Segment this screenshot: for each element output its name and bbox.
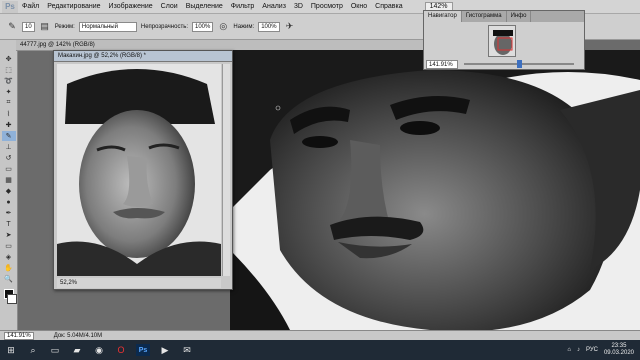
explorer-folder-icon[interactable]: ▰ xyxy=(68,342,86,358)
navigator-thumbnail-image xyxy=(489,26,515,56)
pen-tool-icon[interactable]: ✒ xyxy=(2,208,16,218)
navigator-zoom-knob[interactable] xyxy=(517,60,522,68)
eraser-tool-icon[interactable]: ▭ xyxy=(2,164,16,174)
status-doc-info[interactable]: Док: 5.04M/4.10M xyxy=(54,333,102,339)
magic-wand-tool-icon[interactable]: ✦ xyxy=(2,87,16,97)
brush-tool-icon[interactable]: ✎ xyxy=(6,21,18,33)
menu-select[interactable]: Выделение xyxy=(182,3,227,10)
crop-tool-icon[interactable]: ⌗ xyxy=(2,98,16,108)
opera-icon[interactable]: O xyxy=(112,342,130,358)
type-tool-icon[interactable]: T xyxy=(2,219,16,229)
painted-portrait-image xyxy=(230,50,640,330)
reference-portrait-image xyxy=(57,64,221,276)
main-canvas[interactable] xyxy=(230,50,640,330)
search-icon[interactable]: ⌕ xyxy=(24,342,42,358)
tools-panel: ✥ ⬚ ➰ ✦ ⌗ ⌇ ✚ ✎ ⊥ ↺ ▭ ▦ ◆ ● ✒ T ➤ ▭ ◈ ✋ … xyxy=(0,40,18,330)
reference-image-window[interactable]: Макахин.jpg @ 52,2% (RGB/8) * 52,2% xyxy=(53,50,233,290)
pressure-label: Нажим: xyxy=(233,23,255,30)
stamp-tool-icon[interactable]: ⊥ xyxy=(2,142,16,152)
menu-image[interactable]: Изображение xyxy=(105,3,157,10)
navigator-thumbnail[interactable] xyxy=(488,25,516,57)
brush-tool-icon-active[interactable]: ✎ xyxy=(1,131,16,141)
blur-tool-icon[interactable]: ◆ xyxy=(2,186,16,196)
menu-view[interactable]: Просмотр xyxy=(307,3,347,10)
opacity-field[interactable]: 100% xyxy=(192,21,214,32)
menu-3d[interactable]: 3D xyxy=(290,3,307,10)
zoom-tool-icon[interactable]: 🔍 xyxy=(2,274,16,284)
hand-tool-icon[interactable]: ✋ xyxy=(2,263,16,273)
mail-icon[interactable]: ✉ xyxy=(178,342,196,358)
tray-clock[interactable]: 23:35 09.03.2020 xyxy=(604,343,634,357)
reference-window-title[interactable]: Макахин.jpg @ 52,2% (RGB/8) * xyxy=(54,51,232,62)
opacity-label: Непрозрачность: xyxy=(140,23,188,30)
background-color-swatch[interactable] xyxy=(6,294,17,304)
shape-tool-icon[interactable]: ▭ xyxy=(2,241,16,251)
menu-file[interactable]: Файл xyxy=(18,3,43,10)
system-tray: ⌂ ♪ РУС 23:35 09.03.2020 xyxy=(567,343,640,357)
menu-help[interactable]: Справка xyxy=(371,3,406,10)
tray-language[interactable]: РУС xyxy=(586,347,598,353)
marquee-tool-icon[interactable]: ⬚ xyxy=(2,65,16,75)
reference-window-scrollbar[interactable] xyxy=(222,64,230,276)
status-zoom-field[interactable]: 141.91% xyxy=(4,331,34,340)
navigator-tabs: Навигатор Гистограмма Инфо xyxy=(424,11,584,22)
pressure-opacity-icon[interactable]: ◎ xyxy=(217,21,229,33)
navigator-zoom-field[interactable]: 141.91% xyxy=(426,60,458,69)
tray-time: 23:35 xyxy=(611,343,627,349)
menu-edit[interactable]: Редактирование xyxy=(43,3,104,10)
tray-volume-icon[interactable]: ♪ xyxy=(577,347,580,353)
3d-tool-icon[interactable]: ◈ xyxy=(2,252,16,262)
mode-label: Режим: xyxy=(54,23,75,30)
media-icon[interactable]: ▶ xyxy=(156,342,174,358)
eyedropper-tool-icon[interactable]: ⌇ xyxy=(2,109,16,119)
browser-icon[interactable]: ◉ xyxy=(90,342,108,358)
reference-zoom-status[interactable]: 52,2% xyxy=(57,278,221,288)
photoshop-logo: Ps xyxy=(2,0,18,13)
brush-panel-icon[interactable]: ▤ xyxy=(39,21,51,33)
tab-histogram[interactable]: Гистограмма xyxy=(462,11,507,22)
status-bar: 141.91% Док: 5.04M/4.10M xyxy=(0,330,640,340)
gradient-tool-icon[interactable]: ▦ xyxy=(2,175,16,185)
path-select-tool-icon[interactable]: ➤ xyxy=(2,230,16,240)
menu-filter[interactable]: Фильтр xyxy=(227,3,259,10)
move-tool-icon[interactable]: ✥ xyxy=(2,54,16,64)
mode-select[interactable]: Нормальный xyxy=(78,21,137,32)
brush-size-field[interactable]: 10 xyxy=(22,21,35,32)
dodge-tool-icon[interactable]: ● xyxy=(2,197,16,207)
reference-photo xyxy=(57,64,221,276)
healing-tool-icon[interactable]: ✚ xyxy=(2,120,16,130)
windows-taskbar: ⊞ ⌕ ▭ ▰ ◉ O Ps ▶ ✉ ⌂ ♪ РУС 23:35 09.03.2… xyxy=(0,340,640,360)
navigator-panel: Навигатор Гистограмма Инфо 141.91% xyxy=(423,10,585,70)
photoshop-taskbar-icon[interactable]: Ps xyxy=(136,344,150,356)
tab-navigator[interactable]: Навигатор xyxy=(424,11,462,22)
menu-layers[interactable]: Слои xyxy=(157,3,182,10)
start-windows-icon[interactable]: ⊞ xyxy=(2,342,20,358)
task-view-icon[interactable]: ▭ xyxy=(46,342,64,358)
menu-window[interactable]: Окно xyxy=(347,3,371,10)
airbrush-icon[interactable]: ✈ xyxy=(284,21,296,33)
tab-info[interactable]: Инфо xyxy=(507,11,532,22)
history-brush-tool-icon[interactable]: ↺ xyxy=(2,153,16,163)
lasso-tool-icon[interactable]: ➰ xyxy=(2,76,16,86)
menu-analysis[interactable]: Анализ xyxy=(258,3,290,10)
tray-network-icon[interactable]: ⌂ xyxy=(567,347,571,353)
tray-date: 09.03.2020 xyxy=(603,350,634,356)
pressure-field[interactable]: 100% xyxy=(258,21,280,32)
